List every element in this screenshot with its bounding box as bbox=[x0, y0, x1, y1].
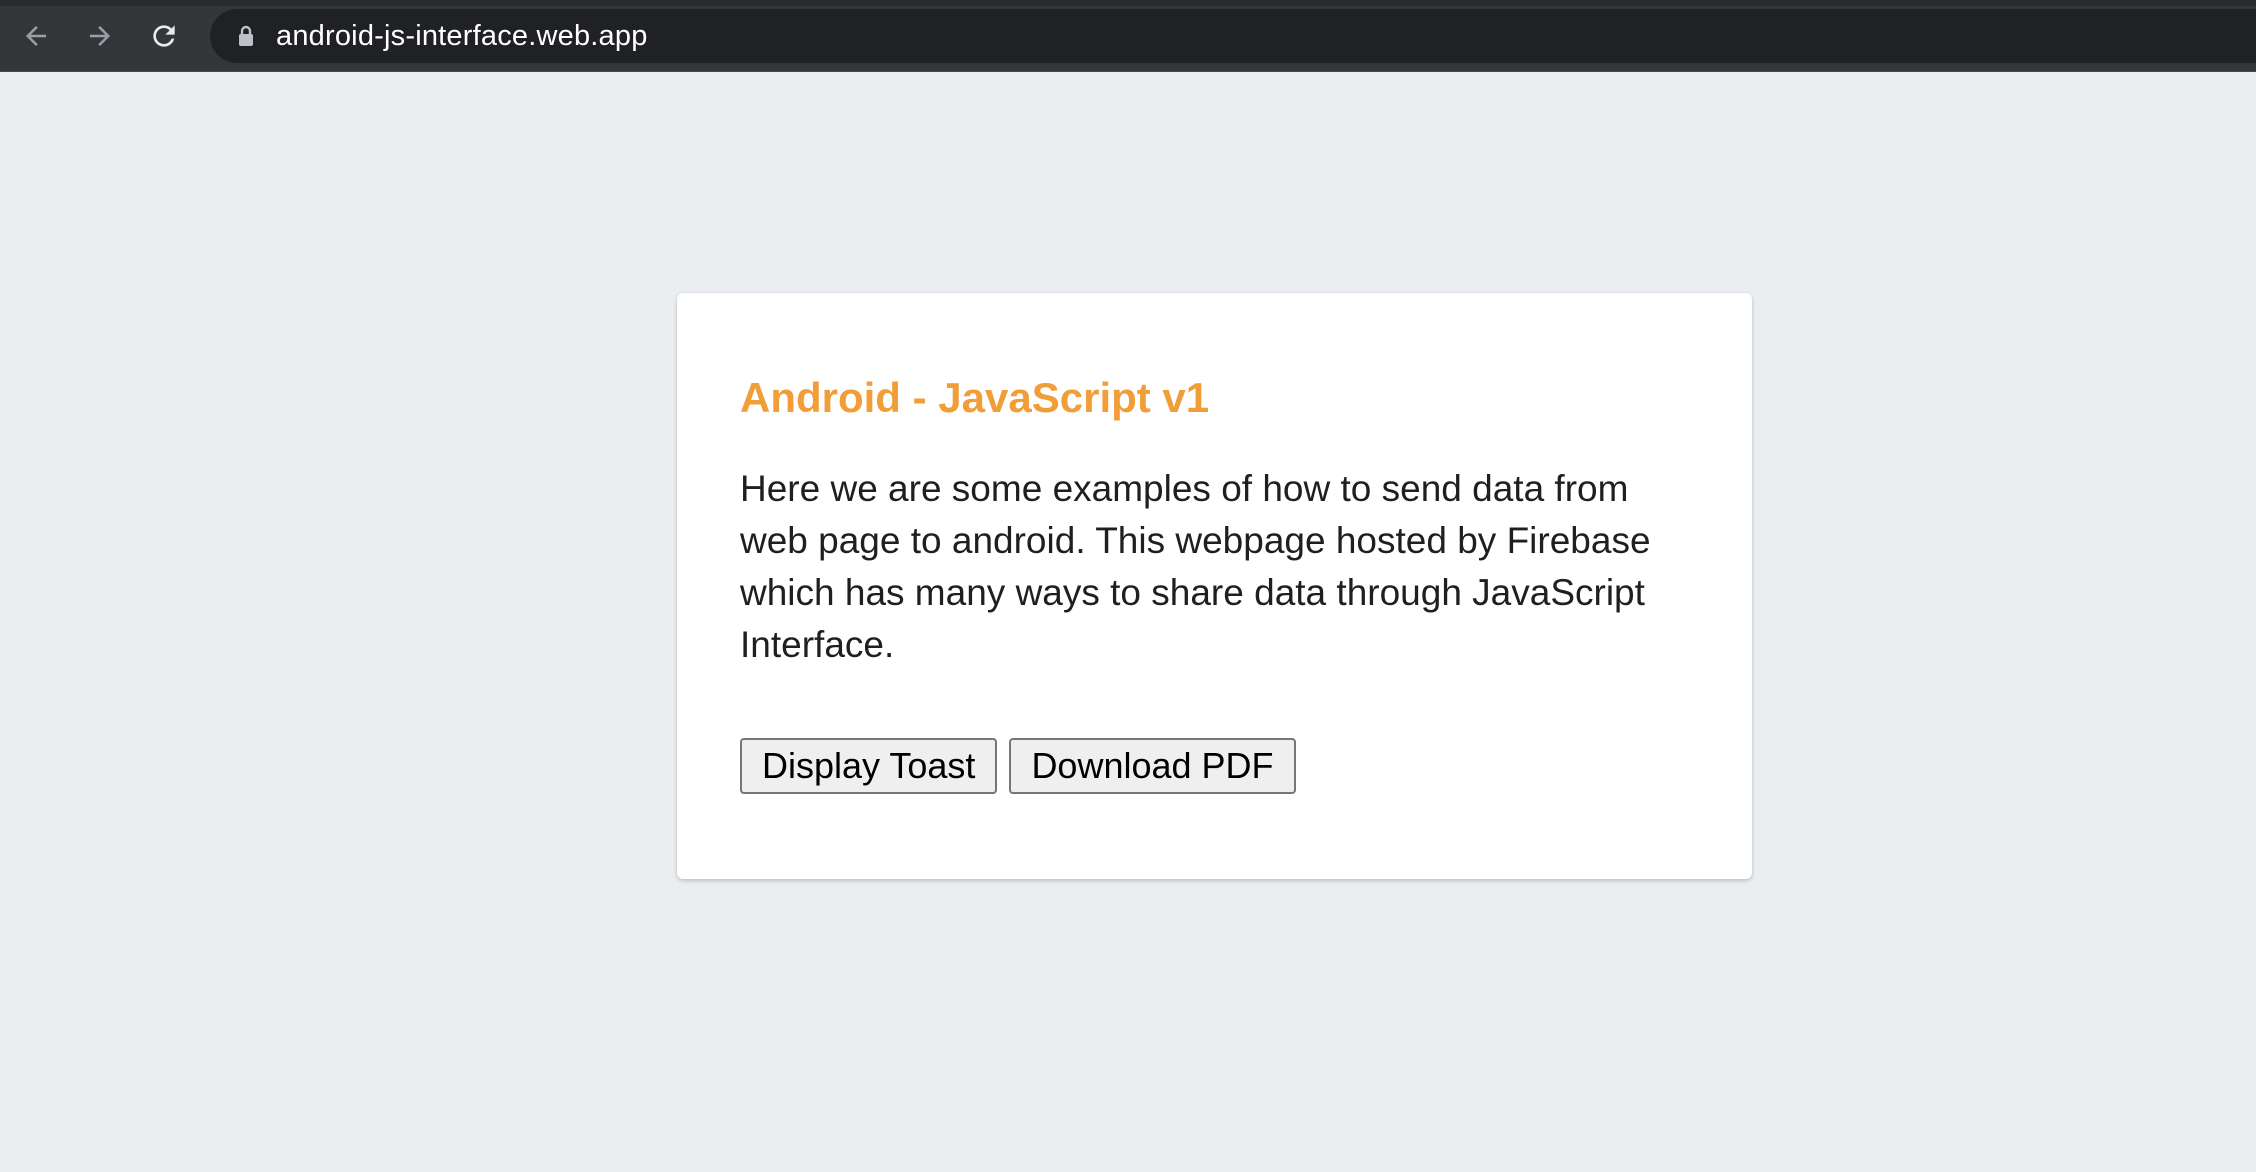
lock-icon bbox=[232, 22, 260, 50]
content-card: Android - JavaScript v1 Here we are some… bbox=[677, 293, 1752, 879]
tab-strip-edge bbox=[0, 0, 2256, 6]
url-text: android-js-interface.web.app bbox=[276, 19, 648, 52]
forward-button[interactable] bbox=[78, 14, 122, 58]
button-row: Display Toast Download PDF bbox=[740, 738, 1296, 794]
back-button[interactable] bbox=[14, 14, 58, 58]
reload-icon bbox=[148, 20, 180, 52]
page-title: Android - JavaScript v1 bbox=[740, 374, 1210, 421]
address-bar[interactable]: android-js-interface.web.app bbox=[210, 9, 2256, 63]
display-toast-button[interactable]: Display Toast bbox=[740, 738, 998, 794]
reload-button[interactable] bbox=[142, 14, 186, 58]
arrow-left-icon bbox=[21, 21, 51, 51]
browser-toolbar: android-js-interface.web.app bbox=[0, 0, 2256, 72]
arrow-right-icon bbox=[85, 21, 115, 51]
description-text: Here we are some examples of how to send… bbox=[740, 468, 1651, 665]
download-pdf-button[interactable]: Download PDF bbox=[1009, 738, 1296, 794]
